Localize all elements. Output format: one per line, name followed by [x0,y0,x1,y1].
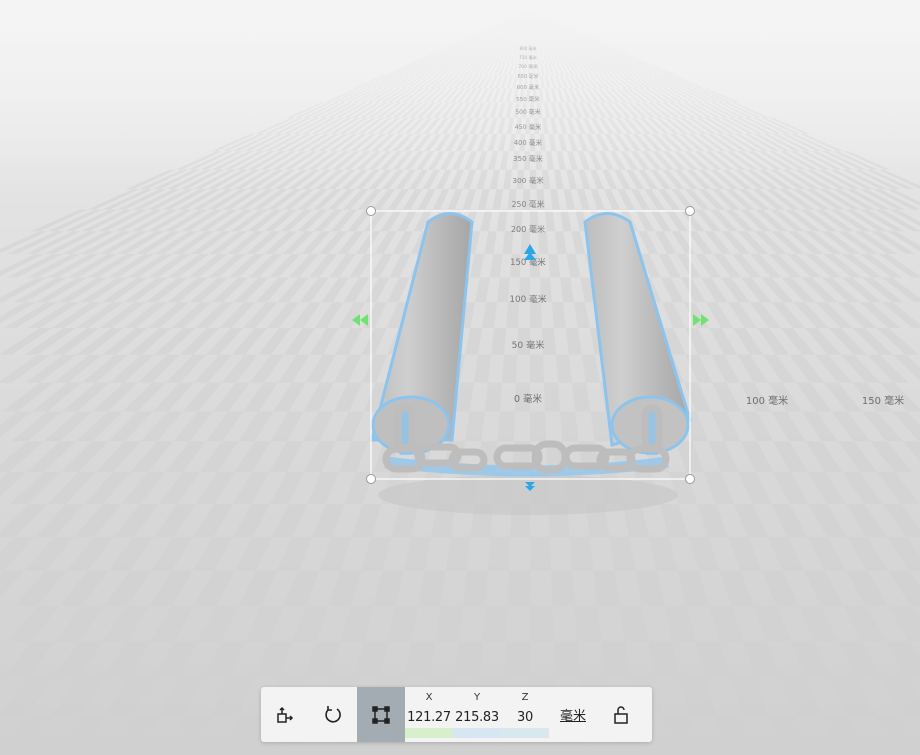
resize-handle-bottom-right[interactable] [685,474,695,484]
rotate-icon [323,705,343,725]
z-axis-label: Z [521,692,529,703]
y-axis-label: Y [473,692,481,703]
y-axis-bar [453,728,501,738]
left-cylinder[interactable] [370,212,474,455]
move-right-arrow-icon[interactable] [693,314,701,326]
move-button[interactable] [261,687,309,742]
move-left-arrow-icon[interactable] [360,314,368,326]
x-value-field[interactable]: 121.27 [407,710,451,726]
scale-button[interactable] [357,687,405,742]
model[interactable] [0,0,920,755]
resize-handle-bottom-left[interactable] [366,474,376,484]
resize-handle-top-right[interactable] [685,206,695,216]
z-axis-bar [501,728,549,738]
y-value-field[interactable]: 215.83 [455,710,499,726]
model-shadow [378,475,678,515]
x-axis-label: X [425,692,433,703]
x-axis-bar [405,728,453,738]
x-coordinate[interactable]: X 121.27 [405,687,453,742]
unit-selector[interactable]: 毫米 [549,687,597,742]
lock-button[interactable] [597,687,645,742]
right-cylinder[interactable] [583,212,692,455]
rotate-button[interactable] [309,687,357,742]
lock-icon [611,705,631,725]
3d-viewport[interactable]: 0 毫米 50 毫米 100 毫米 150 毫米 200 毫米 250 毫米 300 毫米 3… [0,0,920,755]
transform-toolbar: X 121.27 Y 215.83 Z 30 毫米 [261,687,652,742]
y-coordinate[interactable]: Y 215.83 [453,687,501,742]
z-coordinate[interactable]: Z 30 [501,687,549,742]
resize-handle-top-left[interactable] [366,206,376,216]
z-value-field[interactable]: 30 [517,710,533,726]
scale-icon [371,705,391,725]
move-icon [275,705,295,725]
